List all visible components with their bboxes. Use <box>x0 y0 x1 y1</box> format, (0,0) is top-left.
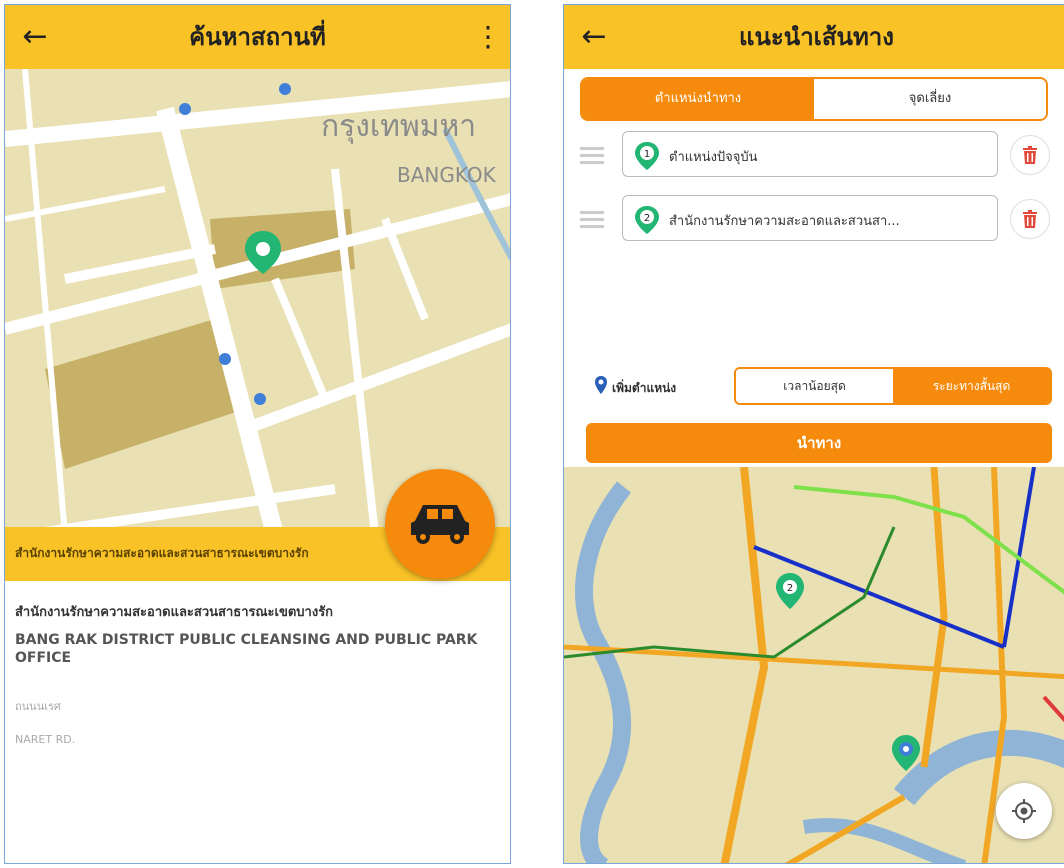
drag-handle-icon[interactable] <box>580 207 604 231</box>
drag-handle-icon[interactable] <box>580 143 604 167</box>
search-place-screen: ← ค้นหาสถานที่ ⋮ กรุงเทพมหา BANGKOK สำนั… <box>4 4 511 864</box>
route-option-tabs: เวลาน้อยสุด ระยะทางสั้นสุด <box>734 367 1052 405</box>
location-pin-icon: 2 <box>635 206 659 234</box>
tab-navigation-points[interactable]: ตำแหน่งนำทาง <box>582 79 814 119</box>
route-guide-screen: ← แนะนำเส้นทาง ตำแหน่งนำทาง จุดเลี่ยง 1 … <box>563 4 1064 864</box>
route-mode-tabs: ตำแหน่งนำทาง จุดเลี่ยง <box>580 77 1048 121</box>
delete-waypoint-button[interactable] <box>1010 135 1050 175</box>
waypoint-label: สำนักงานรักษาความสะอาดและสวนสา... <box>669 214 900 229</box>
add-location-row: เพิ่มตำแหน่ง เวลาน้อยสุด ระยะทางสั้นสุด <box>580 367 1060 407</box>
waypoint-field[interactable]: 2 สำนักงานรักษาความสะอาดและสวนสา... <box>622 195 998 241</box>
location-pin-icon: 1 <box>635 142 659 170</box>
waypoint-row: 1 ตำแหน่งปัจจุบัน <box>564 129 1064 181</box>
page-title: แนะนำเส้นทาง <box>739 23 894 51</box>
my-location-icon <box>1012 799 1036 823</box>
waypoint-row: 2 สำนักงานรักษาความสะอาดและสวนสา... <box>564 193 1064 245</box>
route-map-view[interactable]: 2 <box>564 467 1064 863</box>
waypoint-field[interactable]: 1 ตำแหน่งปัจจุบัน <box>622 131 998 177</box>
route-map: 2 <box>564 467 1064 863</box>
app-bar: ← แนะนำเส้นทาง <box>564 5 1064 69</box>
tab-avoid-points[interactable]: จุดเลี่ยง <box>814 79 1046 119</box>
add-location-button[interactable]: เพิ่มตำแหน่ง <box>612 379 676 398</box>
option-fastest[interactable]: เวลาน้อยสุด <box>736 369 893 403</box>
app-bar: ← ค้นหาสถานที่ ⋮ <box>5 5 510 69</box>
delete-waypoint-button[interactable] <box>1010 199 1050 239</box>
navigate-button[interactable]: นำทาง <box>586 423 1052 463</box>
waypoint-number: 2 <box>787 583 793 594</box>
page-title: ค้นหาสถานที่ <box>189 23 326 51</box>
option-shortest[interactable]: ระยะทางสั้นสุด <box>893 369 1050 403</box>
map-view[interactable]: กรุงเทพมหา BANGKOK <box>5 69 510 535</box>
waypoint-number: 2 <box>644 213 650 224</box>
place-banner-text: สำนักงานรักษาความสะอาดและสวนสาธารณะเขตบา… <box>15 546 309 560</box>
add-location-icon[interactable] <box>594 375 608 395</box>
my-location-button[interactable] <box>996 783 1052 839</box>
place-name-english: BANG RAK DISTRICT PUBLIC CLEANSING AND P… <box>15 632 478 666</box>
waypoint-label: ตำแหน่งปัจจุบัน <box>669 150 758 165</box>
trash-icon <box>1023 146 1037 164</box>
road-name-thai: ถนนนเรศ <box>15 700 61 713</box>
waypoint-number: 1 <box>644 149 650 160</box>
more-vert-icon[interactable]: ⋮ <box>474 19 502 55</box>
car-icon <box>411 505 469 544</box>
trash-icon <box>1023 210 1037 228</box>
drive-button[interactable] <box>385 469 495 579</box>
map-label-thai: กรุงเทพมหา <box>321 109 477 144</box>
map-label-english: BANGKOK <box>397 163 496 187</box>
road-name-english: NARET RD. <box>15 733 76 746</box>
place-name-thai: สำนักงานรักษาความสะอาดและสวนสาธารณะเขตบา… <box>15 605 334 620</box>
